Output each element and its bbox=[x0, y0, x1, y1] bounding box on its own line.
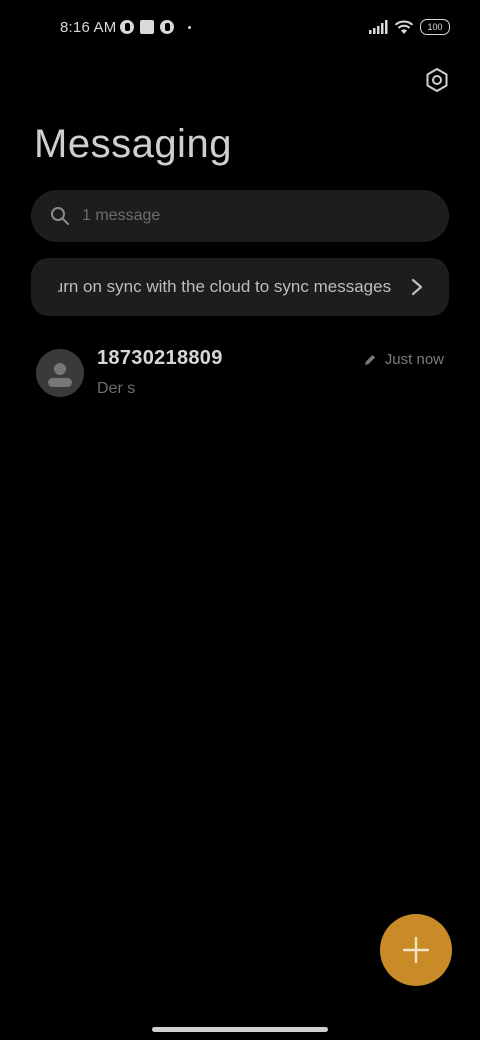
system-icons: 100 bbox=[368, 19, 450, 35]
home-indicator[interactable] bbox=[152, 1027, 328, 1032]
avatar bbox=[36, 349, 84, 397]
conversation-meta: Just now bbox=[363, 351, 444, 368]
new-message-button[interactable] bbox=[380, 914, 452, 986]
plus-icon bbox=[402, 936, 430, 964]
settings-hex-icon bbox=[426, 68, 448, 92]
conversation-timestamp: Just now bbox=[384, 351, 444, 368]
app-notification-icon bbox=[120, 20, 134, 34]
status-bar: 8:16 AM 100 bbox=[0, 14, 480, 42]
search-placeholder: 1 message bbox=[82, 207, 161, 224]
page-title: Messaging bbox=[34, 122, 232, 166]
app-notification-icon bbox=[160, 20, 174, 34]
person-icon bbox=[48, 363, 72, 387]
signal-icon bbox=[369, 20, 388, 34]
square-notification-icon bbox=[140, 20, 154, 34]
search-input[interactable]: 1 message bbox=[31, 190, 449, 242]
sync-banner[interactable]: Turn on sync with the cloud to sync mess… bbox=[31, 258, 449, 316]
notification-icons bbox=[120, 20, 191, 34]
battery-icon: 100 bbox=[420, 19, 450, 35]
settings-button[interactable] bbox=[424, 67, 450, 93]
wifi-icon bbox=[394, 20, 414, 34]
conversation-item[interactable]: 18730218809 Der s Just now bbox=[0, 340, 480, 410]
dot-icon bbox=[188, 25, 191, 29]
search-icon bbox=[51, 207, 69, 225]
draft-pencil-icon bbox=[364, 354, 375, 365]
chevron-right-icon bbox=[411, 278, 423, 296]
conversation-preview: Der s bbox=[97, 380, 136, 397]
conversation-contact-name: 18730218809 bbox=[97, 347, 223, 369]
status-time: 8:16 AM bbox=[60, 19, 117, 36]
sync-banner-text: Turn on sync with the cloud to sync mess… bbox=[58, 277, 392, 296]
